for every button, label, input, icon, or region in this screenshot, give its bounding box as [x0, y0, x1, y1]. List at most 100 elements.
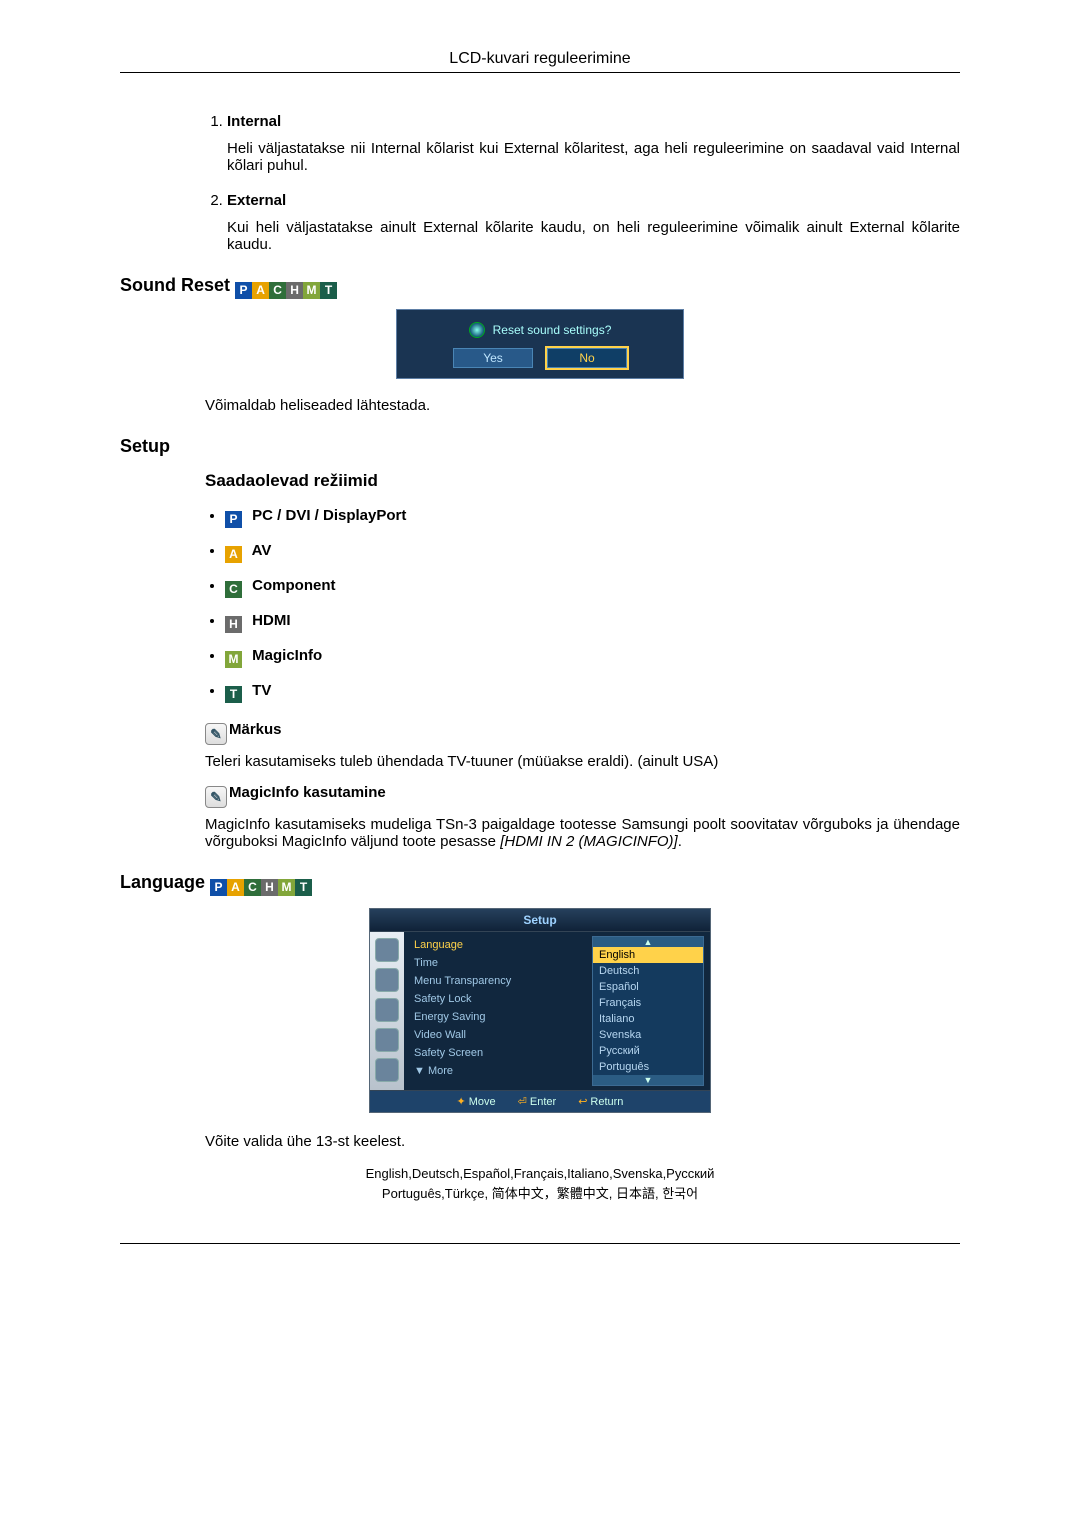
mode-item-label: PC / DVI / DisplayPort: [248, 507, 406, 524]
osd-footer: ✦Move ⏎Enter ↩Return: [370, 1090, 710, 1112]
osd-language-title: Setup: [370, 909, 710, 932]
enter-icon: ⏎: [518, 1096, 527, 1108]
language-list-line1: English,Deutsch,Español,Français,Italian…: [120, 1164, 960, 1184]
osd-foot-move: ✦Move: [457, 1095, 496, 1108]
magicinfo-body: MagicInfo kasutamiseks mudeliga TSn-3 pa…: [205, 816, 960, 850]
section-language: Language P A C H M T: [120, 872, 960, 896]
osd-lang-option-espanol[interactable]: Español: [593, 979, 703, 995]
osd-side-icon: [375, 1058, 399, 1082]
osd-side-icon: [375, 1028, 399, 1052]
osd-menu-item-language[interactable]: Language: [414, 936, 588, 954]
mode-item-label: MagicInfo: [248, 647, 322, 664]
osd-lang-option-deutsch[interactable]: Deutsch: [593, 963, 703, 979]
section-sound-reset-label: Sound Reset: [120, 275, 230, 295]
osd-language-panel: Setup Language Time Menu Transparency Sa…: [369, 908, 711, 1113]
note-heading: ✎Märkus: [205, 721, 960, 745]
mode-badge-c-icon: C: [244, 879, 261, 896]
list-item-external: External Kui heli väljastatakse ainult E…: [227, 192, 960, 253]
note-icon: ✎: [205, 723, 227, 745]
mode-badge-t-icon: T: [225, 686, 242, 703]
osd-menu-item-video-wall[interactable]: Video Wall: [414, 1026, 588, 1044]
page-header-title: LCD-kuvari reguleerimine: [120, 50, 960, 68]
language-list-image: English,Deutsch,Español,Français,Italian…: [120, 1164, 960, 1203]
mode-badge-a-icon: A: [225, 546, 242, 563]
language-desc: Võite valida ühe 13-st keelest.: [205, 1133, 960, 1150]
mode-item-tv: T TV: [225, 682, 960, 703]
list-item-body: Heli väljastatakse nii Internal kõlarist…: [227, 140, 960, 174]
mode-item-label: HDMI: [248, 612, 291, 629]
mode-badge-h-icon: H: [225, 616, 242, 633]
osd-language-options: ▲ English Deutsch Español Français Itali…: [592, 936, 704, 1086]
osd-reset-yes-button[interactable]: Yes: [453, 348, 533, 368]
mode-badge-c-icon: C: [225, 581, 242, 598]
list-item-body: Kui heli väljastatakse ainult External k…: [227, 219, 960, 253]
mode-badge-t-icon: T: [295, 879, 312, 896]
mode-item-label: AV: [248, 542, 271, 559]
mode-badge-p-icon: P: [225, 511, 242, 528]
mode-badge-h-icon: H: [286, 282, 303, 299]
osd-reset-question: Reset sound settings?: [493, 323, 612, 337]
osd-lang-option-svenska[interactable]: Svenska: [593, 1027, 703, 1043]
osd-menu-item-transparency[interactable]: Menu Transparency: [414, 972, 588, 990]
list-item-internal: Internal Heli väljastatakse nii Internal…: [227, 113, 960, 174]
mode-badge-p-icon: P: [210, 879, 227, 896]
section-language-label: Language: [120, 872, 210, 892]
mode-badge-c-icon: C: [269, 282, 286, 299]
modes-heading: Saadaolevad režiimid: [205, 471, 960, 491]
osd-foot-enter: ⏎Enter: [518, 1095, 557, 1108]
osd-side-icon: [375, 968, 399, 992]
scroll-up-icon[interactable]: ▲: [593, 937, 703, 947]
numbered-list: Internal Heli väljastatakse nii Internal…: [205, 113, 960, 253]
osd-side-icons: [370, 932, 404, 1090]
osd-lang-option-english[interactable]: English: [593, 947, 703, 963]
mode-badge-m-icon: M: [225, 651, 242, 668]
osd-lang-option-italiano[interactable]: Italiano: [593, 1011, 703, 1027]
osd-menu-item-energy-saving[interactable]: Energy Saving: [414, 1008, 588, 1026]
osd-reset-no-button[interactable]: No: [547, 348, 627, 368]
move-icon: ✦: [457, 1096, 466, 1108]
osd-lang-option-francais[interactable]: Français: [593, 995, 703, 1011]
mode-item-component: C Component: [225, 577, 960, 598]
list-item-title: External: [227, 192, 286, 209]
mode-badge-t-icon: T: [320, 282, 337, 299]
info-icon: [469, 322, 485, 338]
mode-item-label: Component: [248, 577, 336, 594]
mode-badge-m-icon: M: [278, 879, 295, 896]
footer-rule: [120, 1243, 960, 1244]
note-label: Märkus: [229, 721, 282, 738]
osd-lang-option-russian[interactable]: Русский: [593, 1043, 703, 1059]
scroll-down-icon[interactable]: ▼: [593, 1075, 703, 1085]
return-icon: ↩: [578, 1096, 587, 1108]
magicinfo-heading: ✎MagicInfo kasutamine: [205, 784, 960, 808]
mode-item-pc: P PC / DVI / DisplayPort: [225, 507, 960, 528]
osd-lang-option-portugues[interactable]: Português: [593, 1059, 703, 1075]
magicinfo-body-suffix: .: [678, 833, 682, 850]
section-setup: Setup: [120, 436, 960, 457]
mode-item-label: TV: [248, 682, 271, 699]
mode-badge-m-icon: M: [303, 282, 320, 299]
sound-reset-desc: Võimaldab heliseaded lähtestada.: [205, 397, 960, 414]
osd-foot-return: ↩Return: [578, 1095, 623, 1108]
osd-menu-item-more[interactable]: ▼ More: [414, 1062, 588, 1080]
osd-side-icon: [375, 938, 399, 962]
osd-menu-item-time[interactable]: Time: [414, 954, 588, 972]
mode-badge-row: P A C H M T: [210, 879, 312, 896]
mode-list: P PC / DVI / DisplayPort A AV C Componen…: [205, 507, 960, 703]
section-sound-reset: Sound Reset P A C H M T: [120, 275, 960, 299]
language-list-line2: Português,Türkçe, 简体中文，繁體中文, 日本語, 한국어: [120, 1184, 960, 1204]
magicinfo-body-italic: [HDMI IN 2 (MAGICINFO)]: [500, 833, 678, 850]
mode-badge-p-icon: P: [235, 282, 252, 299]
list-item-title: Internal: [227, 113, 281, 130]
note-body: Teleri kasutamiseks tuleb ühendada TV-tu…: [205, 753, 960, 770]
mode-badge-row: P A C H M T: [235, 282, 337, 299]
osd-reset-dialog: Reset sound settings? Yes No: [396, 309, 684, 379]
mode-item-av: A AV: [225, 542, 960, 563]
mode-badge-a-icon: A: [227, 879, 244, 896]
osd-menu-list: Language Time Menu Transparency Safety L…: [414, 936, 588, 1086]
osd-menu-item-safety-screen[interactable]: Safety Screen: [414, 1044, 588, 1062]
osd-menu-item-safety-lock[interactable]: Safety Lock: [414, 990, 588, 1008]
mode-badge-a-icon: A: [252, 282, 269, 299]
osd-side-icon: [375, 998, 399, 1022]
header-rule: [120, 72, 960, 73]
mode-badge-h-icon: H: [261, 879, 278, 896]
